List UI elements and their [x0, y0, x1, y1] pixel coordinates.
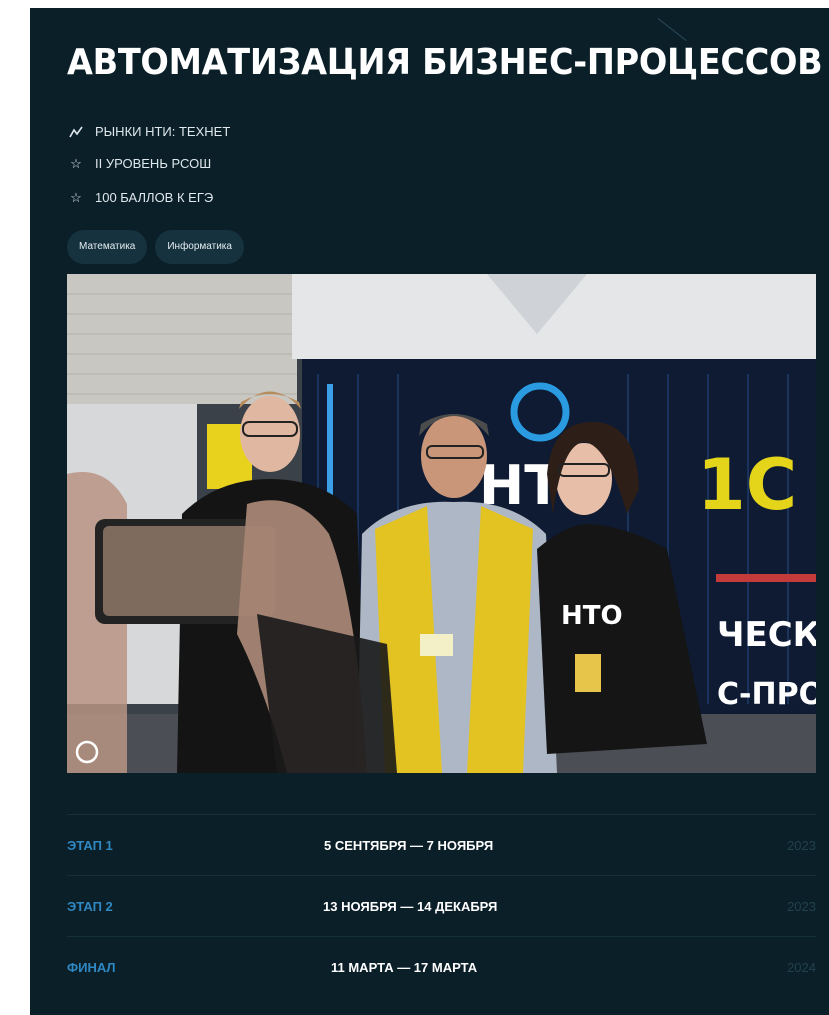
stage-dates: 5 СЕНТЯБРЯ — 7 НОЯБРЯ — [324, 837, 494, 853]
stage-dates: 11 МАРТА — 17 МАРТА — [331, 959, 478, 975]
stage-row-2[interactable]: ЭТАП 2 13 НОЯБРЯ — 14 ДЕКАБРЯ 2023 — [67, 875, 816, 936]
meta-market-text: РЫНКИ НТИ: ТЕХНЕТ — [95, 124, 231, 139]
star-icon: ☆ — [70, 190, 82, 205]
stage-label: ФИНАЛ — [67, 959, 116, 975]
banner-text-4: С-ПРО — [717, 677, 816, 712]
stage-row-1[interactable]: ЭТАП 1 5 СЕНТЯБРЯ — 7 НОЯБРЯ 2023 — [67, 814, 816, 875]
shirt-text: НТО — [561, 601, 623, 631]
event-photo: НТО 1С ЧЕСК С-ПРО НТО — [67, 274, 816, 773]
olympiad-card: АВТОМАТИЗАЦИЯ БИЗНЕС-ПРОЦЕССОВ РЫНКИ НТИ… — [30, 8, 829, 1015]
tag-informatics[interactable]: Информатика — [155, 230, 244, 264]
stage-year: 2023 — [787, 898, 816, 914]
subject-tags: Математика Информатика — [67, 230, 244, 264]
stage-year: 2024 — [787, 959, 816, 975]
tag-math[interactable]: Математика — [67, 230, 148, 264]
meta-level-text: II УРОВЕНЬ РСОШ — [95, 156, 212, 171]
meta-points-text: 100 БАЛЛОВ К ЕГЭ — [95, 190, 214, 205]
meta-points: ☆ 100 БАЛЛОВ К ЕГЭ — [67, 190, 213, 205]
stages-list: ЭТАП 1 5 СЕНТЯБРЯ — 7 НОЯБРЯ 2023 ЭТАП 2… — [67, 814, 816, 997]
stage-label: ЭТАП 1 — [67, 837, 113, 853]
stage-year: 2023 — [787, 837, 816, 853]
stage-dates: 13 НОЯБРЯ — 14 ДЕКАБРЯ — [323, 898, 498, 914]
trend-line-icon — [67, 126, 85, 138]
star-icon: ☆ — [70, 156, 82, 171]
meta-level: ☆ II УРОВЕНЬ РСОШ — [67, 156, 211, 171]
stage-label: ЭТАП 2 — [67, 898, 113, 914]
decorative-line — [657, 18, 687, 42]
page-title: АВТОМАТИЗАЦИЯ БИЗНЕС-ПРОЦЕССОВ — [67, 42, 823, 83]
stage-row-final[interactable]: ФИНАЛ 11 МАРТА — 17 МАРТА 2024 — [67, 936, 816, 997]
banner-1c-text: 1С — [697, 444, 797, 526]
banner-text-3: ЧЕСК — [717, 615, 816, 655]
meta-market: РЫНКИ НТИ: ТЕХНЕТ — [67, 124, 230, 139]
